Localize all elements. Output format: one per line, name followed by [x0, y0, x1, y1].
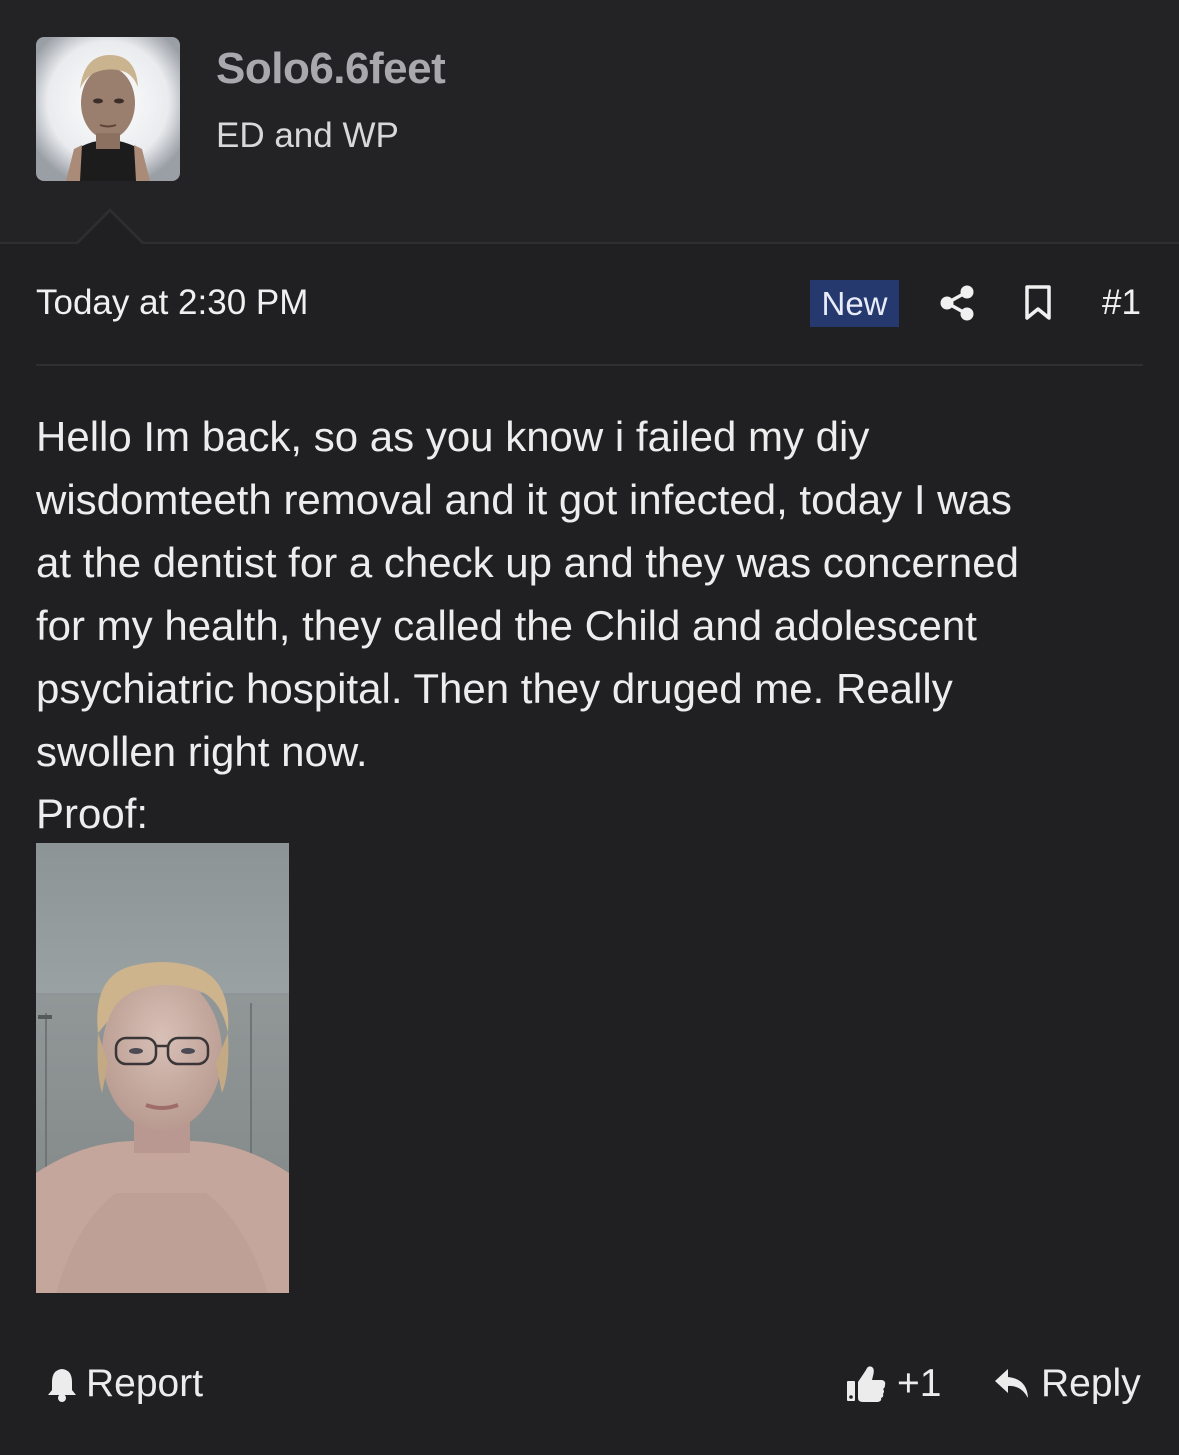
share-icon[interactable] — [940, 285, 974, 321]
new-badge: New — [810, 280, 899, 327]
reply-arrow-icon — [993, 1367, 1031, 1401]
like-button[interactable]: +1 — [845, 1362, 941, 1406]
post-header-divider — [36, 364, 1143, 366]
attached-photo[interactable] — [36, 843, 289, 1293]
post-body-text: Hello Im back, so as you know i failed m… — [36, 413, 1019, 775]
post-date[interactable]: Today at 2:30 PM — [36, 283, 308, 323]
proof-label: Proof: — [36, 790, 149, 837]
avatar[interactable] — [36, 37, 180, 181]
bookmark-icon[interactable] — [1024, 285, 1052, 321]
report-button[interactable]: Report — [46, 1362, 203, 1406]
author-arrow-notch-fill — [78, 212, 142, 244]
username[interactable]: Solo6.6feet — [216, 44, 446, 94]
thumbs-up-icon — [845, 1364, 887, 1404]
author-header: Solo6.6feet ED and WP — [0, 0, 1179, 244]
bell-icon — [46, 1366, 78, 1402]
report-label: Report — [86, 1362, 204, 1405]
reply-label: Reply — [1041, 1362, 1141, 1405]
like-count: +1 — [897, 1362, 942, 1405]
post-permalink-number[interactable]: #1 — [1102, 283, 1141, 323]
reply-button[interactable]: Reply — [993, 1362, 1141, 1406]
user-title: ED and WP — [216, 116, 399, 155]
